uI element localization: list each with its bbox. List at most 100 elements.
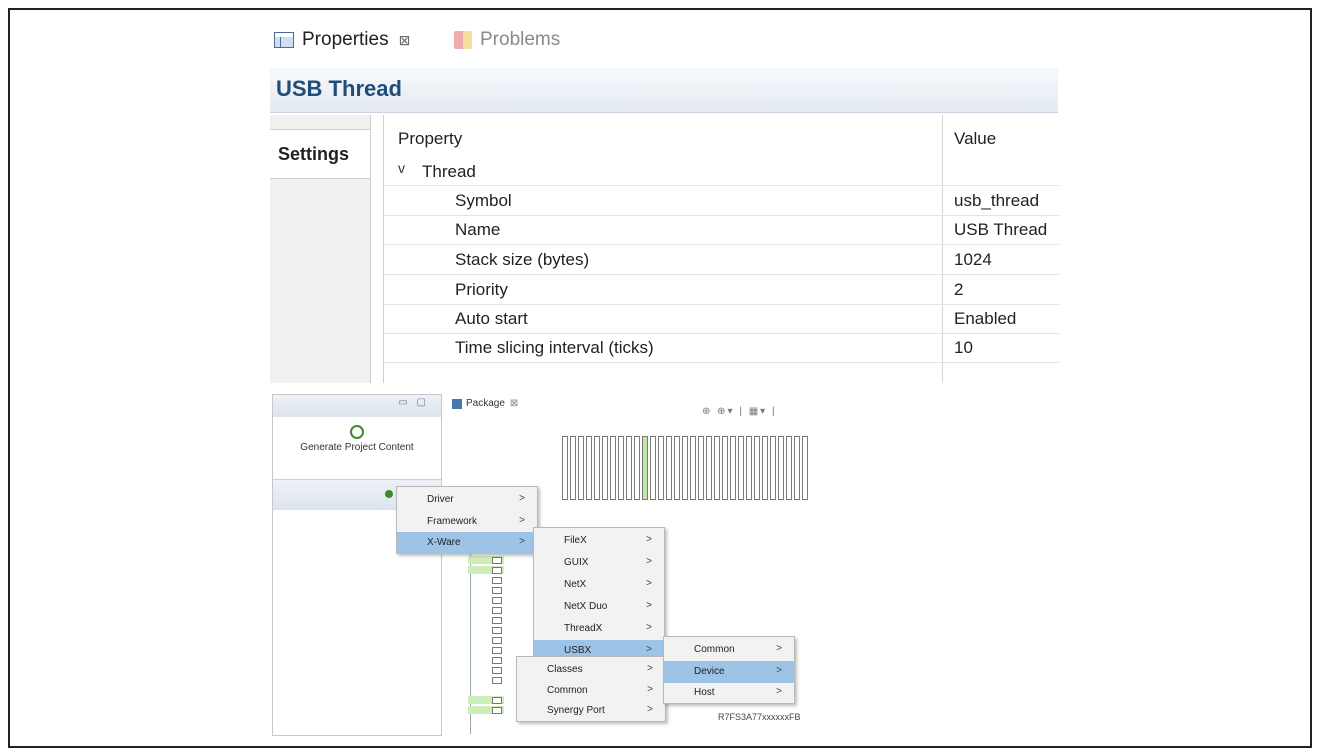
chevron-right-icon: > bbox=[646, 600, 652, 611]
pin[interactable] bbox=[762, 436, 768, 500]
menu-item-common[interactable]: Common > bbox=[664, 639, 794, 661]
menu-item-label: Common bbox=[694, 644, 735, 655]
column-header-property[interactable]: Property bbox=[398, 129, 462, 149]
pin[interactable] bbox=[468, 666, 504, 674]
table-row[interactable]: Stack size (bytes) 1024 bbox=[384, 245, 1059, 275]
pin[interactable] bbox=[468, 676, 504, 684]
menu-item-netx-duo[interactable]: NetX Duo > bbox=[534, 596, 664, 618]
pin[interactable] bbox=[468, 626, 504, 634]
table-row[interactable]: Auto start Enabled bbox=[384, 304, 1059, 334]
minimize-maximize-icon[interactable]: ▭ ▢ bbox=[398, 397, 429, 408]
property-value[interactable]: Enabled bbox=[954, 309, 1016, 329]
chevron-right-icon: > bbox=[647, 663, 653, 674]
pin[interactable] bbox=[754, 436, 760, 500]
pin[interactable] bbox=[468, 556, 504, 564]
pin[interactable] bbox=[650, 436, 656, 500]
pin[interactable] bbox=[468, 616, 504, 624]
menu-item-driver[interactable]: Driver > bbox=[397, 489, 537, 511]
pin[interactable] bbox=[674, 436, 680, 500]
chevron-right-icon: > bbox=[776, 686, 782, 697]
pin[interactable] bbox=[746, 436, 752, 500]
property-value[interactable]: 10 bbox=[954, 338, 973, 358]
close-icon[interactable]: ⊠ bbox=[399, 32, 411, 49]
chip-left-pins bbox=[468, 556, 508, 731]
chevron-down-icon[interactable]: v bbox=[398, 160, 405, 176]
tab-package[interactable]: Package ⊠ bbox=[452, 398, 518, 409]
pin[interactable] bbox=[562, 436, 568, 500]
pin[interactable] bbox=[634, 436, 640, 500]
pin[interactable] bbox=[666, 436, 672, 500]
pin[interactable] bbox=[468, 636, 504, 644]
pin[interactable] bbox=[722, 436, 728, 500]
pin[interactable] bbox=[698, 436, 704, 500]
table-row[interactable]: Symbol usb_thread bbox=[384, 186, 1059, 216]
pin[interactable] bbox=[594, 436, 600, 500]
pin[interactable] bbox=[706, 436, 712, 500]
pin[interactable] bbox=[468, 696, 504, 704]
page-title: USB Thread bbox=[276, 76, 402, 101]
tab-problems[interactable]: Problems bbox=[454, 29, 560, 51]
property-value[interactable]: 1024 bbox=[954, 250, 992, 270]
pin[interactable] bbox=[468, 566, 504, 574]
properties-header: USB Thread bbox=[270, 68, 1058, 113]
menu-item-synergy-port[interactable]: Synergy Port > bbox=[517, 700, 665, 722]
pin[interactable] bbox=[578, 436, 584, 500]
pin[interactable] bbox=[658, 436, 664, 500]
pin[interactable] bbox=[468, 576, 504, 584]
pin[interactable] bbox=[570, 436, 576, 500]
pin[interactable] bbox=[618, 436, 624, 500]
pin[interactable] bbox=[794, 436, 800, 500]
pin[interactable] bbox=[468, 646, 504, 654]
menu-item-common[interactable]: Common > bbox=[517, 680, 665, 702]
pin[interactable] bbox=[778, 436, 784, 500]
pin[interactable] bbox=[730, 436, 736, 500]
table-row[interactable]: Name USB Thread bbox=[384, 215, 1059, 245]
menu-item-netx[interactable]: NetX > bbox=[534, 574, 664, 596]
menu-item-host[interactable]: Host > bbox=[664, 682, 794, 704]
menu-item-filex[interactable]: FileX > bbox=[534, 530, 664, 552]
pin[interactable] bbox=[738, 436, 744, 500]
pin[interactable] bbox=[626, 436, 632, 500]
pin[interactable] bbox=[468, 656, 504, 664]
pin[interactable] bbox=[610, 436, 616, 500]
pin[interactable] bbox=[802, 436, 808, 500]
zoom-toolbar[interactable]: ⊕ ⊕▾ | ▦▾ | bbox=[702, 406, 777, 417]
pin[interactable] bbox=[770, 436, 776, 500]
tab-settings[interactable]: Settings bbox=[270, 129, 370, 179]
column-header-value[interactable]: Value bbox=[954, 129, 996, 149]
property-name: Priority bbox=[455, 280, 508, 299]
pin[interactable] bbox=[642, 436, 648, 500]
menu-item-x-ware[interactable]: X-Ware > bbox=[397, 532, 537, 554]
pin[interactable] bbox=[682, 436, 688, 500]
pin[interactable] bbox=[586, 436, 592, 500]
view-tab-bar: Properties ⊠ Problems bbox=[270, 25, 1070, 57]
chevron-right-icon: > bbox=[646, 578, 652, 589]
menu-item-framework[interactable]: Framework > bbox=[397, 511, 537, 533]
pin[interactable] bbox=[468, 606, 504, 614]
pin[interactable] bbox=[468, 596, 504, 604]
close-icon[interactable]: ⊠ bbox=[510, 398, 518, 409]
menu-item-device[interactable]: Device > bbox=[664, 661, 794, 683]
generate-project-content-button[interactable]: Generate Project Content bbox=[273, 425, 441, 453]
chevron-right-icon: > bbox=[646, 556, 652, 567]
configurator-screenshot: ▭ ▢ Generate Project Content Package ⊠ ⊕… bbox=[272, 386, 812, 736]
pin[interactable] bbox=[602, 436, 608, 500]
tab-properties[interactable]: Properties ⊠ bbox=[274, 29, 410, 51]
table-row[interactable]: Time slicing interval (ticks) 10 bbox=[384, 333, 1059, 363]
pin[interactable] bbox=[714, 436, 720, 500]
property-value[interactable]: USB Thread bbox=[954, 220, 1047, 240]
table-row[interactable]: Priority 2 bbox=[384, 275, 1059, 305]
pin[interactable] bbox=[690, 436, 696, 500]
menu-item-guix[interactable]: GUIX > bbox=[534, 552, 664, 574]
generate-label: Generate Project Content bbox=[300, 442, 414, 453]
property-value[interactable]: usb_thread bbox=[954, 191, 1039, 211]
menu-item-classes[interactable]: Classes > bbox=[517, 659, 665, 681]
pin[interactable] bbox=[468, 586, 504, 594]
add-icon[interactable] bbox=[385, 490, 393, 498]
pin[interactable] bbox=[468, 706, 504, 714]
menu-item-threadx[interactable]: ThreadX > bbox=[534, 618, 664, 640]
property-value[interactable]: 2 bbox=[954, 280, 963, 300]
tree-group-thread[interactable]: v Thread bbox=[384, 159, 1059, 186]
play-icon bbox=[350, 425, 364, 439]
pin[interactable] bbox=[786, 436, 792, 500]
